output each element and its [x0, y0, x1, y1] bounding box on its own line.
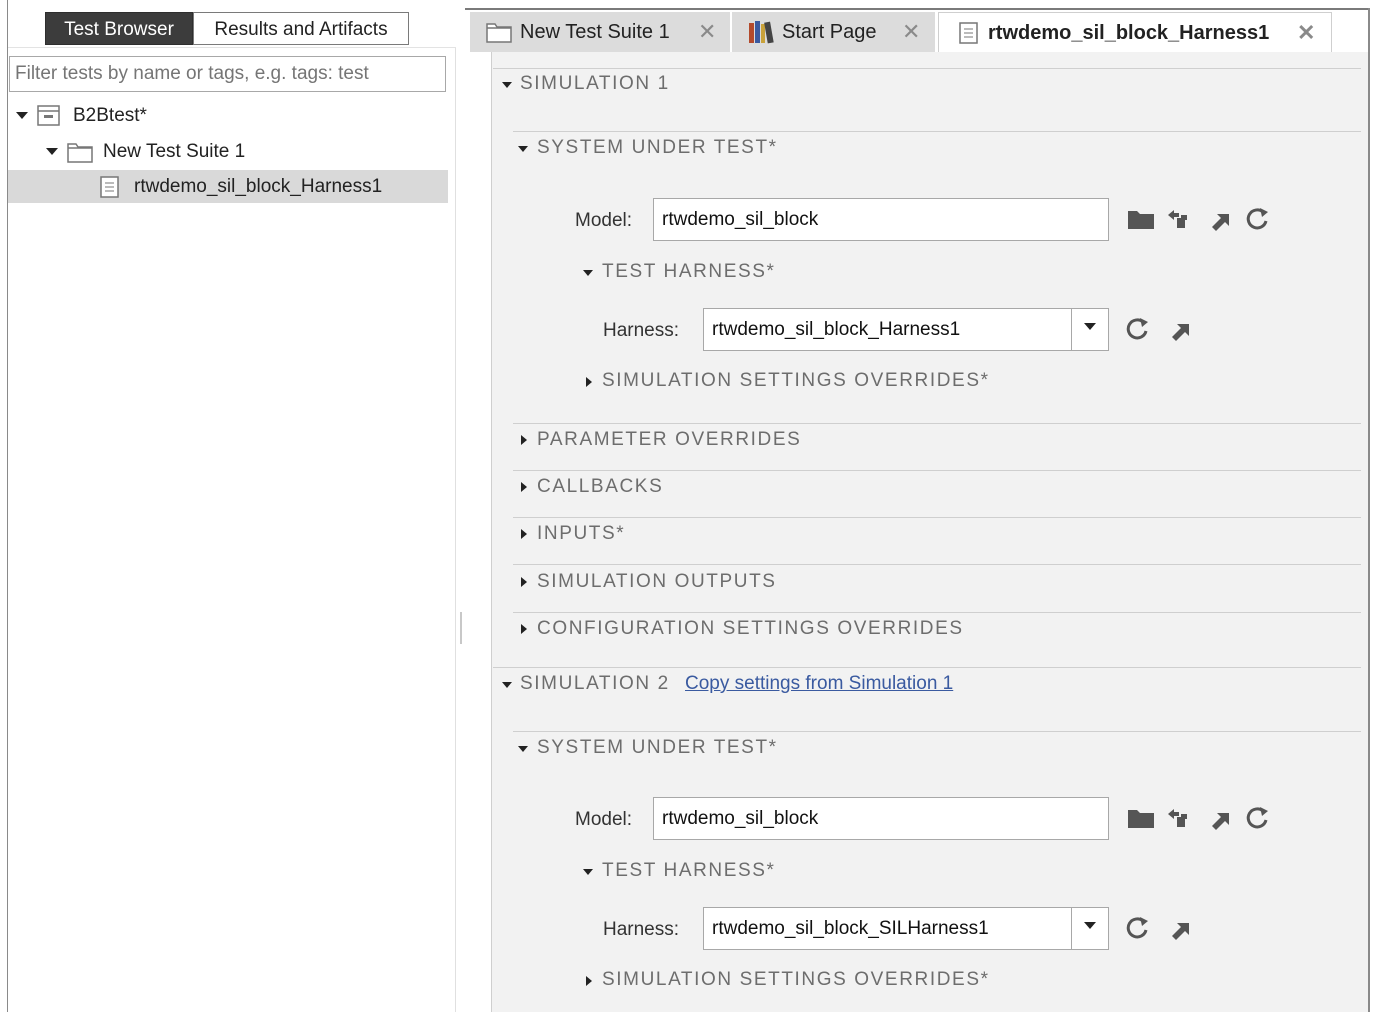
expand-arrow-icon[interactable] [586, 377, 592, 387]
section-title: SYSTEM UNDER TEST* [537, 137, 778, 158]
document-icon [959, 22, 978, 44]
section-title: SYSTEM UNDER TEST* [537, 737, 778, 758]
section-title: CONFIGURATION SETTINGS OVERRIDES [537, 618, 964, 639]
open-harness-icon[interactable] [1164, 914, 1196, 942]
document-icon [100, 176, 119, 198]
tab-new-test-suite[interactable]: New Test Suite 1 ✕ [470, 12, 730, 52]
close-icon[interactable]: ✕ [698, 12, 716, 52]
section-title: SIMULATION SETTINGS OVERRIDES* [602, 969, 990, 990]
folder-icon [486, 23, 512, 43]
expand-arrow-icon[interactable] [16, 112, 28, 119]
panel-splitter-handle[interactable] [460, 612, 462, 644]
section-title: SIMULATION SETTINGS OVERRIDES* [602, 370, 990, 391]
chevron-down-icon [1084, 922, 1096, 929]
refresh-icon[interactable] [1123, 315, 1155, 343]
divider [513, 731, 1361, 732]
test-browser-panel: Test Browser Results and Artifacts B2Bte… [7, 0, 456, 1012]
right-border [1368, 8, 1370, 1012]
collapse-arrow-icon[interactable] [518, 146, 528, 152]
refresh-icon[interactable] [1243, 205, 1275, 233]
section-title: PARAMETER OVERRIDES [537, 429, 802, 450]
expand-arrow-icon[interactable] [46, 148, 58, 155]
model-label: Model: [575, 809, 633, 830]
collapse-arrow-icon[interactable] [583, 869, 593, 875]
expand-arrow-icon[interactable] [521, 435, 527, 445]
section-title: SIMULATION 1 [520, 73, 670, 94]
tab-results-and-artifacts[interactable]: Results and Artifacts [193, 12, 409, 45]
divider [513, 423, 1361, 424]
model-input[interactable]: rtwdemo_sil_block [653, 797, 1109, 840]
divider [493, 68, 1361, 69]
tree-item-label: rtwdemo_sil_block_Harness1 [134, 176, 383, 197]
refresh-icon[interactable] [1243, 804, 1275, 832]
divider [513, 517, 1361, 518]
dropdown-button[interactable] [1071, 908, 1108, 949]
close-icon[interactable]: ✕ [1297, 13, 1315, 53]
tab-test-browser[interactable]: Test Browser [45, 12, 193, 45]
divider [513, 470, 1361, 471]
divider [513, 564, 1361, 565]
section-title: INPUTS* [537, 523, 626, 544]
collapse-arrow-icon[interactable] [518, 746, 528, 752]
tree-item-label: B2Btest* [73, 105, 147, 126]
open-harness-icon[interactable] [1164, 315, 1196, 343]
harness-label: Harness: [603, 919, 680, 940]
close-icon[interactable]: ✕ [902, 12, 920, 52]
tree-item-test-case[interactable]: rtwdemo_sil_block_Harness1 [8, 170, 448, 203]
harness-label: Harness: [603, 320, 680, 341]
section-title: SIMULATION 2 [520, 673, 670, 694]
test-file-icon [37, 105, 60, 126]
model-label: Model: [575, 210, 633, 231]
section-title: CALLBACKS [537, 476, 664, 497]
folder-icon [67, 143, 93, 163]
tree-item-b2btest[interactable]: B2Btest* [8, 99, 448, 132]
folder-icon[interactable] [1125, 205, 1157, 233]
tab-label: rtwdemo_sil_block_Harness1 [988, 22, 1270, 44]
harness-dropdown[interactable]: rtwdemo_sil_block_SILHarness1 [703, 907, 1109, 950]
tab-start-page[interactable]: Start Page ✕ [732, 12, 935, 52]
load-model-icon[interactable] [1165, 205, 1197, 233]
collapse-arrow-icon[interactable] [502, 682, 512, 688]
expand-arrow-icon[interactable] [521, 577, 527, 587]
expand-arrow-icon[interactable] [586, 976, 592, 986]
tree-item-new-test-suite[interactable]: New Test Suite 1 [8, 135, 448, 168]
collapse-arrow-icon[interactable] [502, 82, 512, 88]
section-title: TEST HARNESS* [602, 261, 776, 282]
harness-value: rtwdemo_sil_block_SILHarness1 [712, 918, 989, 939]
copy-settings-link[interactable]: Copy settings from Simulation 1 [685, 673, 953, 695]
expand-arrow-icon[interactable] [521, 482, 527, 492]
refresh-icon[interactable] [1123, 914, 1155, 942]
load-model-icon[interactable] [1165, 804, 1197, 832]
expand-arrow-icon[interactable] [521, 529, 527, 539]
harness-value: rtwdemo_sil_block_Harness1 [712, 319, 961, 340]
divider [8, 47, 456, 48]
filter-tests-input[interactable] [9, 56, 446, 92]
open-model-icon[interactable] [1204, 205, 1236, 233]
books-icon [749, 21, 774, 44]
divider [493, 667, 1361, 668]
divider [513, 612, 1361, 613]
divider [513, 131, 1361, 132]
open-model-icon[interactable] [1204, 804, 1236, 832]
chevron-down-icon [1084, 323, 1096, 330]
expand-arrow-icon[interactable] [521, 624, 527, 634]
harness-dropdown[interactable]: rtwdemo_sil_block_Harness1 [703, 308, 1109, 351]
section-title: TEST HARNESS* [602, 860, 776, 881]
collapse-arrow-icon[interactable] [583, 270, 593, 276]
tab-label: Start Page [782, 21, 877, 43]
tree-item-label: New Test Suite 1 [103, 141, 246, 162]
model-input[interactable]: rtwdemo_sil_block [653, 198, 1109, 241]
tab-label: New Test Suite 1 [520, 21, 670, 43]
tab-rtwdemo-harness1[interactable]: rtwdemo_sil_block_Harness1 ✕ [938, 12, 1332, 52]
dropdown-button[interactable] [1071, 309, 1108, 350]
folder-icon[interactable] [1125, 804, 1157, 832]
section-title: SIMULATION OUTPUTS [537, 571, 777, 592]
panel-border [455, 48, 456, 1012]
